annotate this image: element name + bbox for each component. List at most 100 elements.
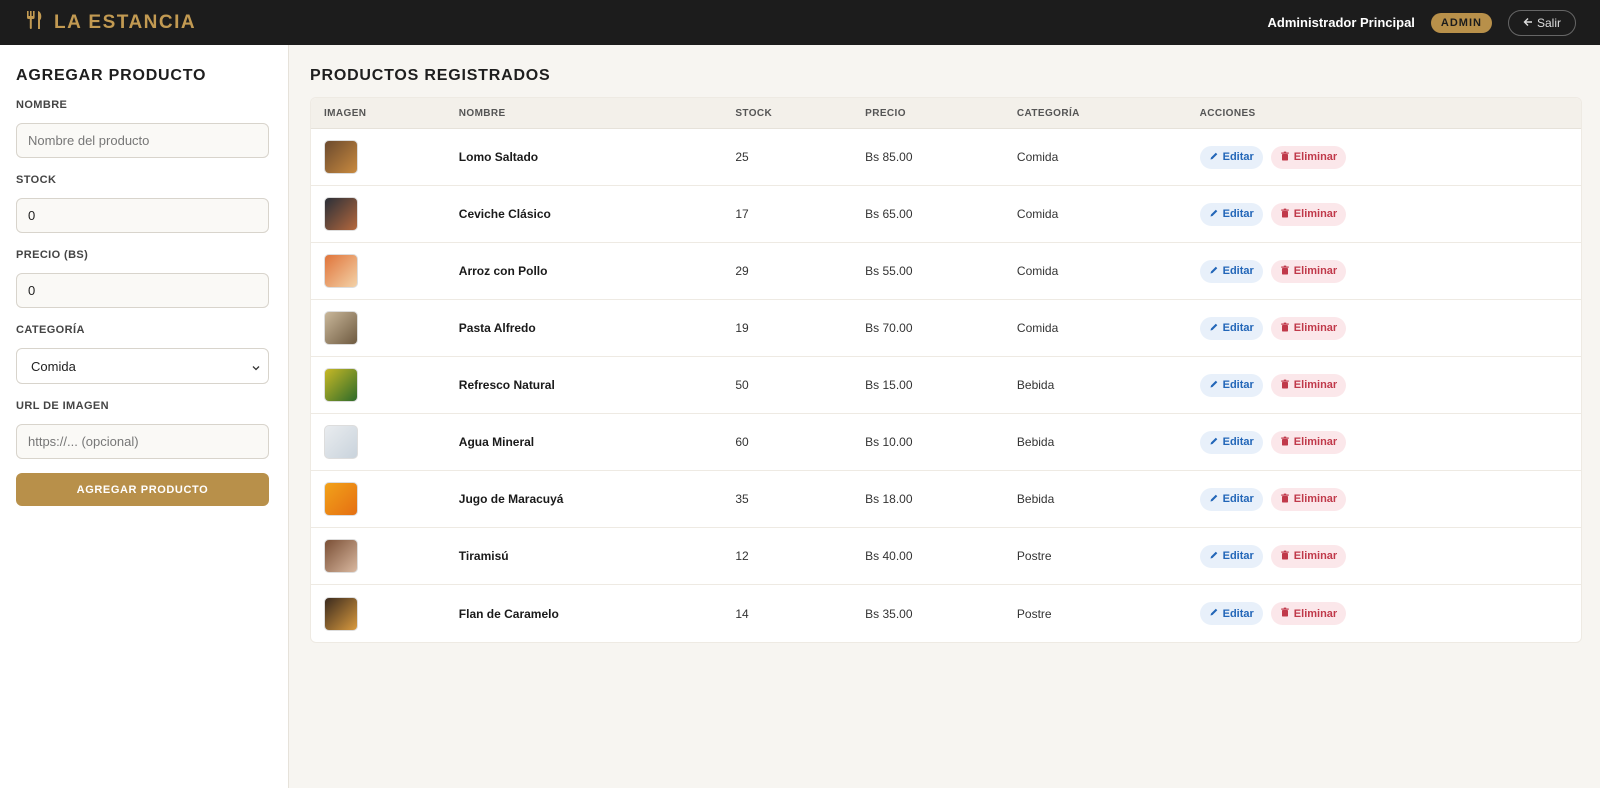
pencil-icon	[1209, 208, 1219, 221]
delete-button[interactable]: Eliminar	[1270, 430, 1347, 454]
product-actions: Editar Eliminar	[1199, 602, 1581, 625]
delete-button[interactable]: Eliminar	[1270, 487, 1347, 511]
table-row: Ceviche Clásico 17 Bs 65.00 Comida Editar Eli…	[311, 186, 1581, 243]
delete-button[interactable]: Eliminar	[1270, 145, 1347, 169]
edit-label: Editar	[1222, 322, 1254, 334]
delete-button[interactable]: Eliminar	[1270, 202, 1347, 226]
delete-button[interactable]: Eliminar	[1270, 259, 1347, 283]
delete-button[interactable]: Eliminar	[1270, 316, 1347, 340]
product-thumbnail	[324, 254, 358, 288]
product-thumbnail	[324, 596, 358, 631]
product-image-cell	[311, 425, 459, 459]
product-stock: 25	[735, 150, 749, 164]
product-thumbnail	[324, 482, 358, 516]
chevron-down-icon	[251, 360, 261, 371]
trash-icon	[1280, 322, 1290, 335]
pencil-icon	[1209, 265, 1219, 278]
product-name: Ceviche Clásico	[458, 207, 551, 221]
top-bar: LA ESTANCIA Administrador Principal ADMI…	[0, 0, 1600, 45]
delete-label: Eliminar	[1293, 265, 1338, 277]
edit-label: Editar	[1222, 379, 1254, 391]
delete-label: Eliminar	[1293, 208, 1338, 220]
products-section: PRODUCTOS REGISTRADOS IMAGEN NOMBRE STOC…	[310, 45, 1582, 643]
product-actions: Editar Eliminar	[1199, 544, 1581, 568]
edit-button[interactable]: Editar	[1199, 316, 1263, 340]
edit-label: Editar	[1222, 265, 1254, 277]
products-table: IMAGEN NOMBRE STOCK PRECIO CATEGORÍA ACC…	[310, 97, 1582, 643]
product-image-cell	[311, 539, 459, 573]
table-row: Jugo de Maracuyá 35 Bs 18.00 Bebida Editar El…	[311, 471, 1581, 528]
edit-label: Editar	[1222, 550, 1254, 562]
product-name: Agua Mineral	[458, 435, 535, 449]
stock-input[interactable]	[16, 198, 269, 233]
edit-button[interactable]: Editar	[1199, 259, 1263, 283]
edit-button[interactable]: Editar	[1199, 602, 1263, 625]
product-price: Bs 35.00	[865, 606, 913, 621]
edit-label: Editar	[1222, 607, 1254, 620]
category-label: CATEGORÍA	[16, 324, 85, 336]
product-actions: Editar Eliminar	[1199, 487, 1581, 511]
col-header-name: NOMBRE	[458, 107, 506, 119]
product-name: Lomo Saltado	[458, 150, 539, 164]
stock-label: STOCK	[16, 174, 57, 186]
trash-icon	[1280, 493, 1290, 506]
product-category: Postre	[1016, 606, 1052, 621]
product-price: Bs 70.00	[865, 321, 913, 335]
delete-label: Eliminar	[1293, 151, 1338, 163]
name-input[interactable]	[16, 123, 269, 158]
price-input[interactable]	[16, 273, 269, 308]
trash-icon	[1280, 379, 1290, 392]
category-select[interactable]: Comida	[16, 348, 269, 384]
table-body: Lomo Saltado 25 Bs 85.00 Comida Editar Elimin…	[311, 129, 1581, 642]
product-price: Bs 40.00	[865, 549, 913, 563]
add-product-button[interactable]: AGREGAR PRODUCTO	[16, 473, 269, 506]
product-thumbnail	[324, 197, 358, 231]
pencil-icon	[1209, 322, 1219, 335]
product-stock: 19	[735, 321, 749, 335]
product-actions: Editar Eliminar	[1199, 430, 1581, 454]
edit-button[interactable]: Editar	[1199, 202, 1263, 226]
product-thumbnail	[324, 140, 358, 174]
add-product-panel: AGREGAR PRODUCTO NOMBRE STOCK PRECIO (BS…	[0, 45, 289, 788]
product-price: Bs 55.00	[865, 264, 913, 278]
table-row: Pasta Alfredo 19 Bs 70.00 Comida Editar Elimi…	[311, 300, 1581, 357]
product-price: Bs 18.00	[865, 492, 913, 506]
delete-label: Eliminar	[1293, 379, 1338, 391]
edit-button[interactable]: Editar	[1199, 430, 1263, 454]
product-name: Refresco Natural	[458, 378, 555, 392]
edit-label: Editar	[1222, 208, 1254, 220]
product-image-cell	[311, 140, 459, 174]
product-thumbnail	[324, 311, 358, 345]
edit-button[interactable]: Editar	[1199, 373, 1263, 397]
pencil-icon	[1209, 379, 1219, 392]
table-row: Arroz con Pollo 29 Bs 55.00 Comida Editar Eli…	[311, 243, 1581, 300]
pencil-icon	[1209, 151, 1219, 164]
edit-label: Editar	[1222, 493, 1254, 505]
image-url-input[interactable]	[16, 424, 269, 459]
trash-icon	[1280, 208, 1290, 221]
product-name: Jugo de Maracuyá	[458, 492, 564, 506]
pencil-icon	[1209, 493, 1219, 506]
delete-button[interactable]: Eliminar	[1270, 602, 1347, 625]
category-select-value[interactable]: Comida	[16, 348, 269, 384]
edit-button[interactable]: Editar	[1199, 544, 1263, 568]
trash-icon	[1280, 607, 1290, 620]
product-price: Bs 85.00	[865, 150, 913, 164]
product-actions: Editar Eliminar	[1199, 373, 1581, 397]
delete-button[interactable]: Eliminar	[1270, 544, 1347, 568]
product-category: Comida	[1016, 150, 1059, 164]
product-stock: 35	[735, 492, 749, 506]
brand[interactable]: LA ESTANCIA	[24, 9, 196, 36]
product-category: Bebida	[1016, 492, 1055, 506]
table-row: Agua Mineral 60 Bs 10.00 Bebida Editar Elimin…	[311, 414, 1581, 471]
pencil-icon	[1209, 436, 1219, 449]
delete-button[interactable]: Eliminar	[1270, 373, 1347, 397]
table-header: IMAGEN NOMBRE STOCK PRECIO CATEGORÍA ACC…	[311, 98, 1581, 129]
product-price: Bs 65.00	[865, 207, 913, 221]
utensils-icon	[24, 9, 46, 36]
edit-button[interactable]: Editar	[1199, 145, 1263, 169]
edit-label: Editar	[1222, 151, 1254, 163]
edit-button[interactable]: Editar	[1199, 487, 1263, 511]
product-actions: Editar Eliminar	[1199, 259, 1581, 283]
logout-button[interactable]: Salir	[1507, 9, 1576, 36]
